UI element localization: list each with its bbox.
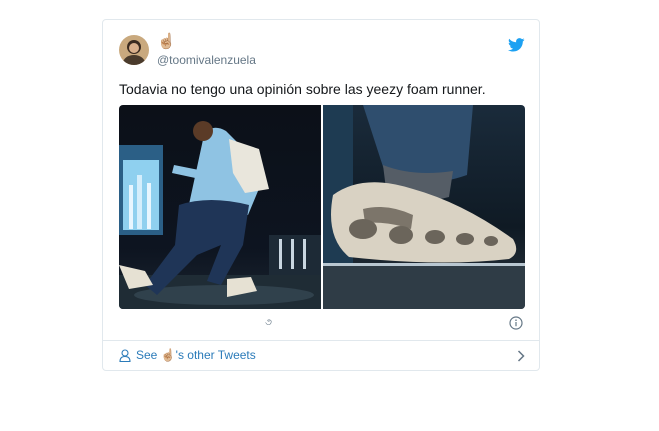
info-icon[interactable] <box>509 316 523 330</box>
embedded-tweet-card: ☝🏼 @toomivalenzuela Todavia no tengo una… <box>102 19 540 371</box>
chevron-right-icon[interactable] <box>517 350 525 362</box>
see-suffix: 's other Tweets <box>175 348 256 362</box>
see-prefix: See <box>136 348 158 362</box>
footer-divider <box>103 340 539 341</box>
tweet-meta: ૭ <box>119 315 523 333</box>
photo-concert-icon[interactable] <box>119 105 321 309</box>
twitter-bird-icon[interactable] <box>508 38 525 52</box>
tweet-media[interactable] <box>119 105 525 309</box>
author-name[interactable]: ☝🏼 <box>157 33 176 51</box>
person-icon <box>119 349 131 362</box>
see-emoji: ☝🏼 <box>160 348 176 362</box>
tweet-header: ☝🏼 @toomivalenzuela <box>119 33 525 69</box>
see-other-tweets-link[interactable]: See ☝🏼's other Tweets <box>119 346 525 366</box>
avatar[interactable] <box>119 35 149 65</box>
meta-glyph: ૭ <box>265 317 272 328</box>
see-other-tweets-label[interactable]: See ☝🏼's other Tweets <box>136 348 256 363</box>
tweet-text: Todavia no tengo una opinión sobre las y… <box>119 81 486 97</box>
author-handle[interactable]: @toomivalenzuela <box>157 53 256 67</box>
photo-shoe-icon[interactable] <box>323 105 525 309</box>
